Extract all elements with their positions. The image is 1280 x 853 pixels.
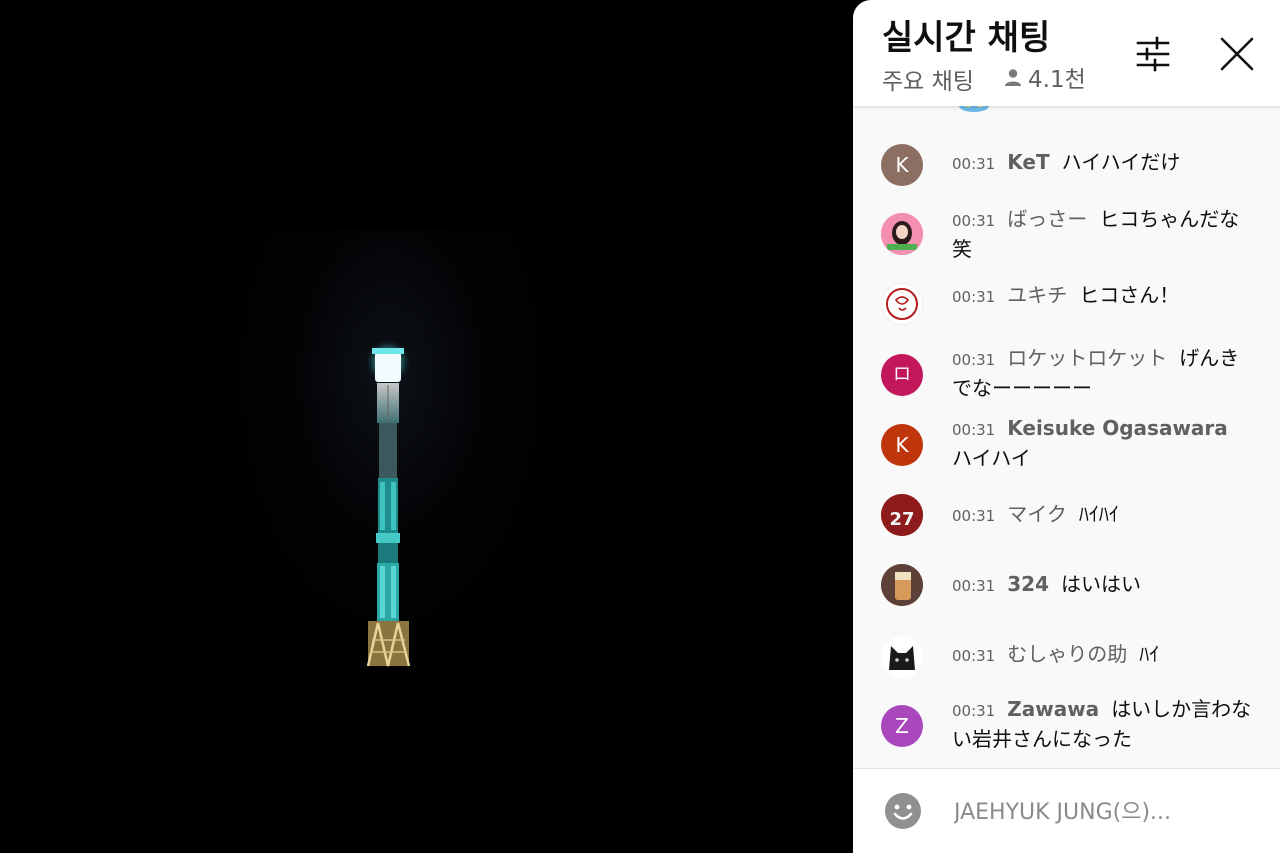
message-timestamp: 00:31 (952, 647, 996, 665)
chat-message[interactable]: K 00:31 Keisuke Ogasawara ハイハイ (853, 416, 1280, 484)
chat-message-input[interactable] (952, 791, 1256, 833)
user-photo-icon (881, 564, 923, 606)
message-timestamp: 00:31 (952, 155, 996, 173)
message-author[interactable]: ロケットロケット (1007, 346, 1167, 370)
chat-header: 실시간 채팅 주요 채팅 4.1천 (853, 0, 1280, 106)
message-author[interactable]: むしゃりの助 (1007, 642, 1127, 666)
message-author[interactable]: マイク (1007, 502, 1067, 526)
emoji-button[interactable] (884, 792, 922, 830)
message-body: ハイハイだけ (1061, 150, 1181, 174)
smiley-icon (885, 793, 921, 829)
viewer-count: 4.1천 (1028, 67, 1086, 93)
chat-message[interactable]: 00:31 むしゃりの助 ﾊｲ (853, 636, 1280, 682)
user-jersey-icon: 27 (881, 494, 923, 536)
message-body: ヒコさん！ (1079, 283, 1180, 307)
person-icon (1005, 69, 1021, 86)
avatar[interactable]: ロ (881, 354, 923, 396)
message-body: ヒコちゃんだな笑 (952, 207, 1240, 261)
message-timestamp: 00:31 (952, 351, 996, 369)
message-author[interactable]: Keisuke Ogasawara (1007, 416, 1228, 440)
user-cat-icon (881, 636, 923, 678)
video-player[interactable] (0, 0, 853, 853)
message-body: ﾊｲﾊｲ (1078, 502, 1119, 526)
chat-input-bar (853, 768, 1280, 853)
close-icon (1220, 37, 1254, 71)
partial-emoji-icon (959, 106, 989, 112)
chat-message[interactable]: K 00:31 KeT ハイハイだけ (853, 144, 1280, 200)
avatar[interactable]: K (881, 144, 923, 186)
avatar[interactable] (881, 636, 923, 678)
night-tower-image (366, 340, 411, 667)
chat-message[interactable]: 00:31 ばっさー ヒコちゃんだな笑 (853, 207, 1280, 273)
chat-message-list[interactable]: K 00:31 KeT ハイハイだけ 00:31 ばっさー ヒコちゃんだな笑 0… (853, 106, 1280, 768)
sliders-icon (1136, 36, 1170, 72)
avatar[interactable]: K (881, 424, 923, 466)
message-timestamp: 00:31 (952, 507, 996, 525)
message-body: ハイハイ (952, 446, 1031, 470)
message-author[interactable]: KeT (1007, 150, 1049, 174)
avatar[interactable] (881, 213, 923, 255)
chat-message[interactable]: 00:31 ユキチ ヒコさん！ (853, 283, 1280, 329)
message-body: はいはい (1060, 572, 1141, 596)
message-body: ﾊｲ (1139, 642, 1160, 666)
message-timestamp: 00:31 (952, 577, 996, 595)
message-author[interactable]: ユキチ (1007, 283, 1067, 307)
chat-title: 실시간 채팅 (882, 18, 1051, 58)
message-timestamp: 00:31 (952, 421, 996, 439)
viewer-count-badge: 4.1천 (1003, 62, 1086, 93)
svg-text:27: 27 (889, 509, 914, 530)
message-body: はいしか言わない岩井さんになった (952, 697, 1252, 751)
message-timestamp: 00:31 (952, 212, 996, 230)
user-photo-icon (881, 213, 923, 255)
close-chat-button[interactable] (1217, 34, 1257, 74)
message-author[interactable]: Zawawa (1007, 697, 1099, 721)
avatar[interactable]: Z (881, 705, 923, 747)
avatar[interactable]: 27 (881, 494, 923, 536)
chat-message[interactable]: 00:31 324 はいはい (853, 564, 1280, 610)
message-timestamp: 00:31 (952, 288, 996, 306)
chat-message[interactable]: Z 00:31 Zawawa はいしか言わない岩井さんになった (853, 697, 1280, 765)
live-chat-panel: 실시간 채팅 주요 채팅 4.1천 K 00:31 KeT ハイハイだけ 00:… (853, 0, 1280, 853)
filter-button[interactable] (1133, 34, 1173, 74)
chat-mode-selector[interactable]: 주요 채팅 (882, 62, 974, 96)
message-author[interactable]: 324 (1007, 572, 1049, 596)
user-seal-icon (886, 288, 918, 320)
message-author[interactable]: ばっさー (1007, 207, 1087, 231)
chat-message[interactable]: ロ 00:31 ロケットロケット げんきでなーーーーー (853, 346, 1280, 414)
chat-message[interactable]: 27 00:31 マイク ﾊｲﾊｲ (853, 494, 1280, 540)
avatar[interactable] (881, 283, 923, 325)
message-timestamp: 00:31 (952, 702, 996, 720)
avatar[interactable] (881, 564, 923, 606)
